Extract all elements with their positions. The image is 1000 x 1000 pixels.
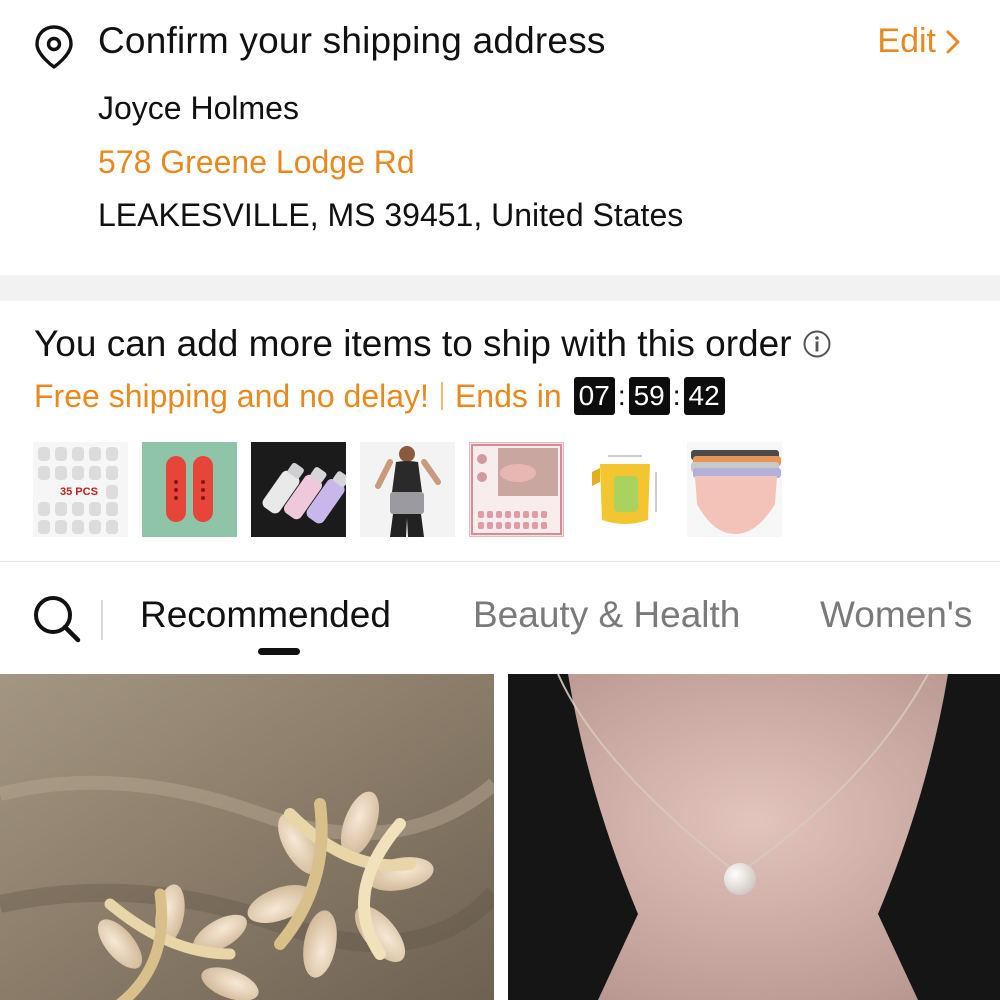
add-more-heading: You can add more items to ship with this… [34,323,832,365]
edit-address-button[interactable]: Edit [877,22,962,61]
item-thumbnail-bottles[interactable] [251,442,346,537]
product-grid [0,674,1000,1000]
bottles-image [262,462,346,524]
add-more-items-section: You can add more items to ship with this… [0,301,1000,561]
promo-separator [440,382,443,410]
section-divider [0,275,1000,301]
promo-text: Free shipping and no delay! [34,377,429,414]
tab-separator [101,600,103,640]
chevron-right-icon [946,30,960,53]
suggested-items-row: 35 PCS [33,442,782,537]
category-tabs: Recommended Beauty & Health Women's [0,562,1000,674]
timer-colon: : [617,380,626,411]
item-thumbnail-nail-tips[interactable]: 35 PCS [33,442,128,537]
product-card-earrings[interactable] [0,674,494,1000]
item-thumbnail-silicone-covers[interactable] [142,442,237,537]
product-card-pearl-necklace[interactable] [508,674,1000,1000]
shipping-address-section: Confirm your shipping address Edit Joyce… [0,0,1000,275]
city-state-zip: LEAKESVILLE, MS 39451, United States [98,197,684,233]
street-address: 578 Greene Lodge Rd [98,144,415,180]
promo-line: Free shipping and no delay! Ends in 07 :… [34,377,725,415]
search-icon[interactable] [30,592,82,644]
timer-colon: : [672,380,681,411]
tab-womens[interactable]: Women's [820,594,972,636]
waist-belt-image [375,446,441,537]
underwear-image [691,450,781,534]
info-icon[interactable] [802,329,832,359]
item-thumbnail-underwear[interactable] [687,442,782,537]
timer-minutes: 59 [628,377,670,415]
pearl-necklace-image [508,674,1000,1000]
item-thumbnail-organizer[interactable] [578,442,673,537]
countdown-timer: 07 : 59 : 42 [573,377,725,415]
timer-hours: 07 [573,377,615,415]
silicone-covers-image [166,456,213,522]
add-more-heading-text: You can add more items to ship with this… [34,323,792,364]
earrings-image [0,674,494,1000]
press-on-nails-image [471,444,562,535]
nail-tips-image: 35 PCS [38,447,118,534]
edit-label: Edit [877,22,936,60]
recipient-name: Joyce Holmes [98,90,299,126]
tab-recommended[interactable]: Recommended [140,594,391,636]
timer-seconds: 42 [683,377,725,415]
ends-in-label: Ends in [454,377,562,414]
thumbnail-badge: 35 PCS [60,486,98,498]
active-tab-indicator [258,648,300,655]
tab-beauty-health[interactable]: Beauty & Health [473,594,740,636]
location-pin-icon [35,25,73,69]
shipping-address-title: Confirm your shipping address [98,20,606,61]
organizer-image [592,455,657,524]
item-thumbnail-waist-belt[interactable] [360,442,455,537]
item-thumbnail-press-on-nails[interactable] [469,442,564,537]
